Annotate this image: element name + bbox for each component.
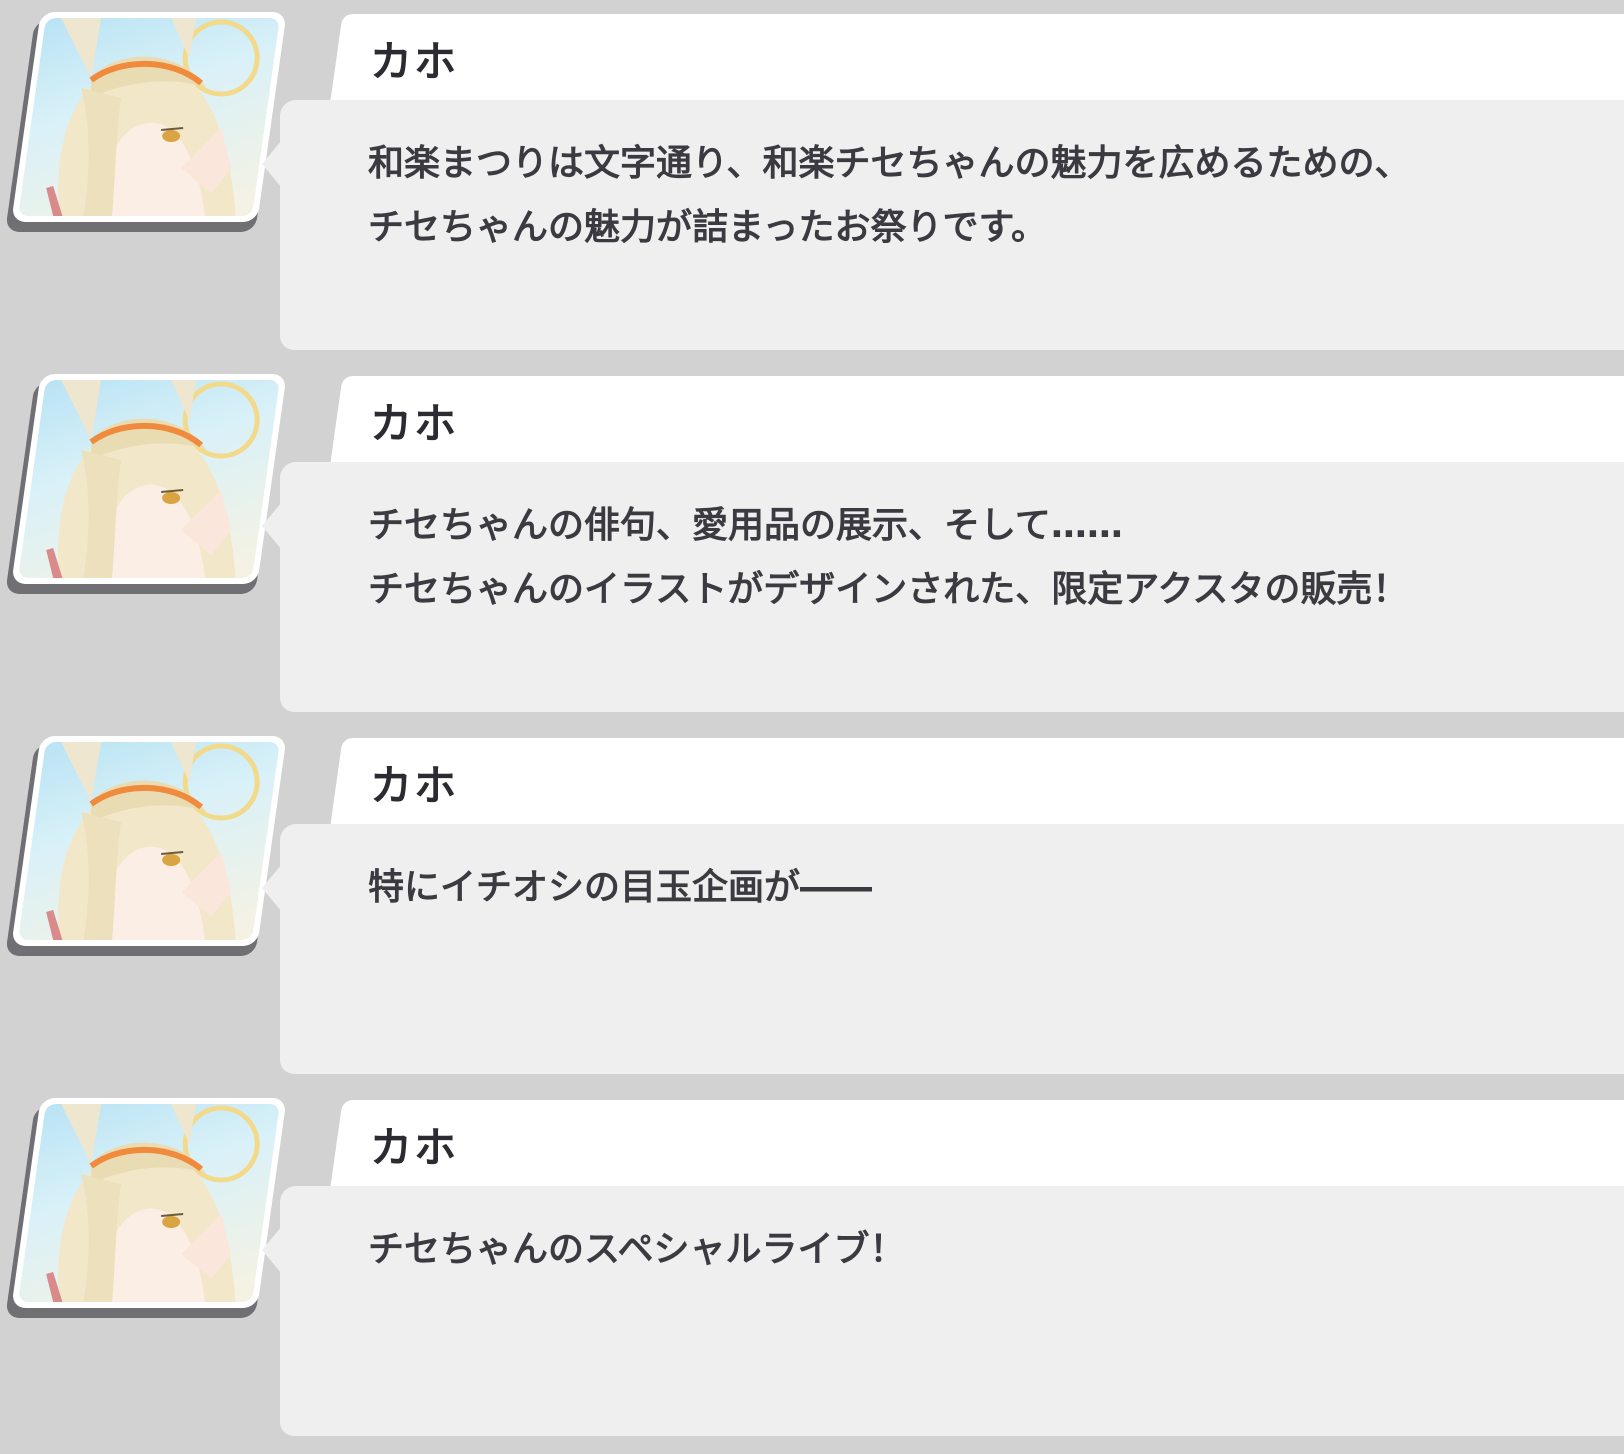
avatar-image <box>18 18 280 216</box>
avatar-image <box>18 742 280 940</box>
avatar-portrait-icon <box>46 380 260 578</box>
speaker-name: カホ <box>370 399 459 448</box>
avatar-frame <box>11 374 287 584</box>
chat-message: カホ 和楽まつりは文字通り、和楽チセちゃんの魅力を広めるための、 チセちゃんの魅… <box>0 0 1624 350</box>
avatar-portrait-icon <box>46 18 260 216</box>
avatar-image <box>18 1104 280 1302</box>
avatar[interactable] <box>5 736 287 956</box>
name-tab <box>330 1100 1624 1190</box>
speaker-name: カホ <box>370 761 459 810</box>
chat-message: カホ チセちゃんの俳句、愛用品の展示、そして…… チセちゃんのイラストがデザイン… <box>0 362 1624 712</box>
message-text: 和楽まつりは文字通り、和楽チセちゃんの魅力を広めるための、 チセちゃんの魅力が詰… <box>368 143 1411 248</box>
message-text: チセちゃんのスペシャルライブ！ <box>368 1229 906 1270</box>
name-tab <box>330 376 1624 466</box>
name-tab <box>330 738 1624 828</box>
name-tab <box>330 14 1624 104</box>
avatar-portrait-icon <box>46 742 260 940</box>
message-text: チセちゃんの俳句、愛用品の展示、そして…… チセちゃんのイラストがデザインされた… <box>368 505 1409 610</box>
avatar-frame <box>11 12 287 222</box>
avatar-frame <box>11 1098 287 1308</box>
avatar[interactable] <box>5 12 287 232</box>
avatar[interactable] <box>5 1098 287 1318</box>
message-text: 特にイチオシの目玉企画が―― <box>368 867 873 908</box>
avatar-image <box>18 380 280 578</box>
speaker-name: カホ <box>370 37 459 86</box>
chat-message: カホ 特にイチオシの目玉企画が―― <box>0 724 1624 1074</box>
chat-message: カホ チセちゃんのスペシャルライブ！ <box>0 1086 1624 1436</box>
avatar[interactable] <box>5 374 287 594</box>
avatar-frame <box>11 736 287 946</box>
avatar-portrait-icon <box>46 1104 260 1302</box>
speaker-name: カホ <box>370 1123 459 1172</box>
